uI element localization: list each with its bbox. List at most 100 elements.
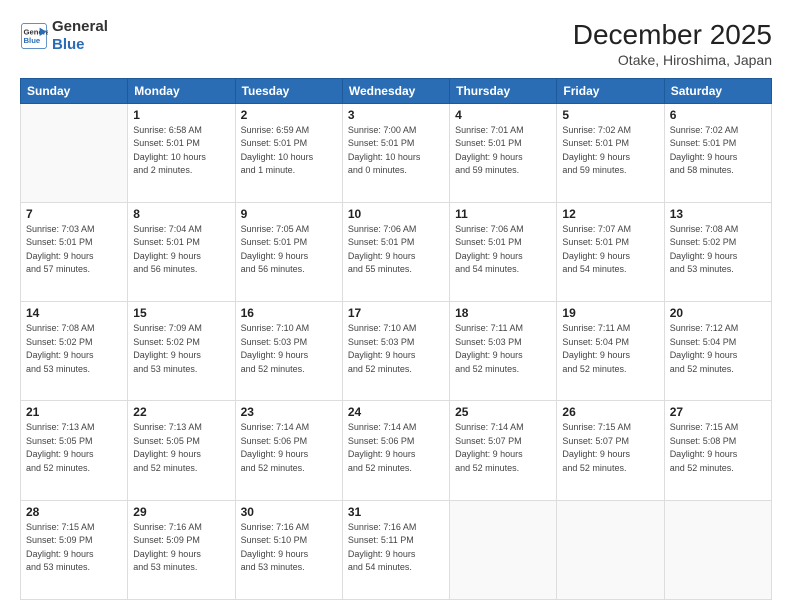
day-info: Sunrise: 7:10 AMSunset: 5:03 PMDaylight:…	[348, 322, 444, 376]
title-block: December 2025 Otake, Hiroshima, Japan	[573, 18, 772, 68]
weekday-tuesday: Tuesday	[235, 78, 342, 103]
logo-text-blue: Blue	[52, 36, 108, 54]
day-number: 19	[562, 306, 658, 320]
day-info: Sunrise: 7:15 AMSunset: 5:08 PMDaylight:…	[670, 421, 766, 475]
svg-text:Blue: Blue	[24, 36, 41, 45]
day-number: 6	[670, 108, 766, 122]
table-cell: 8 Sunrise: 7:04 AMSunset: 5:01 PMDaylight…	[128, 202, 235, 301]
table-cell	[664, 500, 771, 599]
day-number: 5	[562, 108, 658, 122]
day-info: Sunrise: 7:08 AMSunset: 5:02 PMDaylight:…	[670, 223, 766, 277]
day-info: Sunrise: 6:59 AMSunset: 5:01 PMDaylight:…	[241, 124, 337, 178]
page-subtitle: Otake, Hiroshima, Japan	[573, 52, 772, 68]
day-info: Sunrise: 7:07 AMSunset: 5:01 PMDaylight:…	[562, 223, 658, 277]
table-cell	[450, 500, 557, 599]
table-cell: 11Sunrise: 7:06 AMSunset: 5:01 PMDayligh…	[450, 202, 557, 301]
table-cell: 29 Sunrise: 7:16 AMSunset: 5:09 PMDayligh…	[128, 500, 235, 599]
weekday-saturday: Saturday	[664, 78, 771, 103]
logo-text-general: General	[52, 18, 108, 36]
day-info: Sunrise: 6:58 AMSunset: 5:01 PMDaylight:…	[133, 124, 229, 178]
table-cell: 30 Sunrise: 7:16 AMSunset: 5:10 PMDayligh…	[235, 500, 342, 599]
table-cell: 23 Sunrise: 7:14 AMSunset: 5:06 PMDayligh…	[235, 401, 342, 500]
day-info: Sunrise: 7:09 AMSunset: 5:02 PMDaylight:…	[133, 322, 229, 376]
day-number: 8	[133, 207, 229, 221]
table-cell: 12 Sunrise: 7:07 AMSunset: 5:01 PMDayligh…	[557, 202, 664, 301]
day-number: 23	[241, 405, 337, 419]
day-number: 12	[562, 207, 658, 221]
day-number: 18	[455, 306, 551, 320]
week-row-3: 21Sunrise: 7:13 AMSunset: 5:05 PMDayligh…	[21, 401, 772, 500]
week-row-1: 7 Sunrise: 7:03 AMSunset: 5:01 PMDaylight…	[21, 202, 772, 301]
table-cell: 17 Sunrise: 7:10 AMSunset: 5:03 PMDayligh…	[342, 302, 449, 401]
weekday-friday: Friday	[557, 78, 664, 103]
day-info: Sunrise: 7:08 AMSunset: 5:02 PMDaylight:…	[26, 322, 122, 376]
week-row-0: 1Sunrise: 6:58 AMSunset: 5:01 PMDaylight…	[21, 103, 772, 202]
day-info: Sunrise: 7:03 AMSunset: 5:01 PMDaylight:…	[26, 223, 122, 277]
table-cell: 22Sunrise: 7:13 AMSunset: 5:05 PMDayligh…	[128, 401, 235, 500]
table-cell: 18 Sunrise: 7:11 AMSunset: 5:03 PMDayligh…	[450, 302, 557, 401]
table-cell: 24 Sunrise: 7:14 AMSunset: 5:06 PMDayligh…	[342, 401, 449, 500]
logo-icon: General Blue	[20, 22, 48, 50]
table-cell: 5 Sunrise: 7:02 AMSunset: 5:01 PMDaylight…	[557, 103, 664, 202]
calendar-table: Sunday Monday Tuesday Wednesday Thursday…	[20, 78, 772, 600]
table-cell: 6 Sunrise: 7:02 AMSunset: 5:01 PMDaylight…	[664, 103, 771, 202]
day-info: Sunrise: 7:14 AMSunset: 5:06 PMDaylight:…	[241, 421, 337, 475]
day-number: 17	[348, 306, 444, 320]
table-cell: 19 Sunrise: 7:11 AMSunset: 5:04 PMDayligh…	[557, 302, 664, 401]
table-cell: 25Sunrise: 7:14 AMSunset: 5:07 PMDayligh…	[450, 401, 557, 500]
day-number: 7	[26, 207, 122, 221]
day-info: Sunrise: 7:06 AMSunset: 5:01 PMDaylight:…	[348, 223, 444, 277]
day-info: Sunrise: 7:15 AMSunset: 5:07 PMDaylight:…	[562, 421, 658, 475]
weekday-monday: Monday	[128, 78, 235, 103]
day-info: Sunrise: 7:00 AMSunset: 5:01 PMDaylight:…	[348, 124, 444, 178]
day-info: Sunrise: 7:14 AMSunset: 5:07 PMDaylight:…	[455, 421, 551, 475]
day-info: Sunrise: 7:13 AMSunset: 5:05 PMDaylight:…	[26, 421, 122, 475]
page: General Blue General Blue December 2025 …	[0, 0, 792, 612]
day-info: Sunrise: 7:14 AMSunset: 5:06 PMDaylight:…	[348, 421, 444, 475]
day-number: 13	[670, 207, 766, 221]
day-info: Sunrise: 7:11 AMSunset: 5:04 PMDaylight:…	[562, 322, 658, 376]
day-info: Sunrise: 7:05 AMSunset: 5:01 PMDaylight:…	[241, 223, 337, 277]
day-info: Sunrise: 7:15 AMSunset: 5:09 PMDaylight:…	[26, 521, 122, 575]
day-number: 2	[241, 108, 337, 122]
day-number: 28	[26, 505, 122, 519]
table-cell	[21, 103, 128, 202]
table-cell: 13 Sunrise: 7:08 AMSunset: 5:02 PMDayligh…	[664, 202, 771, 301]
table-cell: 10Sunrise: 7:06 AMSunset: 5:01 PMDayligh…	[342, 202, 449, 301]
day-number: 16	[241, 306, 337, 320]
table-cell: 2 Sunrise: 6:59 AMSunset: 5:01 PMDaylight…	[235, 103, 342, 202]
day-info: Sunrise: 7:02 AMSunset: 5:01 PMDaylight:…	[670, 124, 766, 178]
day-info: Sunrise: 7:11 AMSunset: 5:03 PMDaylight:…	[455, 322, 551, 376]
day-info: Sunrise: 7:16 AMSunset: 5:09 PMDaylight:…	[133, 521, 229, 575]
table-cell: 14 Sunrise: 7:08 AMSunset: 5:02 PMDayligh…	[21, 302, 128, 401]
weekday-sunday: Sunday	[21, 78, 128, 103]
table-cell: 15 Sunrise: 7:09 AMSunset: 5:02 PMDayligh…	[128, 302, 235, 401]
day-number: 15	[133, 306, 229, 320]
day-number: 27	[670, 405, 766, 419]
table-cell: 1Sunrise: 6:58 AMSunset: 5:01 PMDaylight…	[128, 103, 235, 202]
table-cell: 16 Sunrise: 7:10 AMSunset: 5:03 PMDayligh…	[235, 302, 342, 401]
table-cell: 9 Sunrise: 7:05 AMSunset: 5:01 PMDaylight…	[235, 202, 342, 301]
day-info: Sunrise: 7:10 AMSunset: 5:03 PMDaylight:…	[241, 322, 337, 376]
day-number: 31	[348, 505, 444, 519]
day-number: 3	[348, 108, 444, 122]
table-cell: 7 Sunrise: 7:03 AMSunset: 5:01 PMDaylight…	[21, 202, 128, 301]
day-info: Sunrise: 7:02 AMSunset: 5:01 PMDaylight:…	[562, 124, 658, 178]
weekday-header-row: Sunday Monday Tuesday Wednesday Thursday…	[21, 78, 772, 103]
day-number: 20	[670, 306, 766, 320]
header: General Blue General Blue December 2025 …	[20, 18, 772, 68]
day-info: Sunrise: 7:16 AMSunset: 5:10 PMDaylight:…	[241, 521, 337, 575]
day-number: 9	[241, 207, 337, 221]
day-number: 14	[26, 306, 122, 320]
day-number: 24	[348, 405, 444, 419]
day-info: Sunrise: 7:01 AMSunset: 5:01 PMDaylight:…	[455, 124, 551, 178]
day-info: Sunrise: 7:04 AMSunset: 5:01 PMDaylight:…	[133, 223, 229, 277]
table-cell: 4Sunrise: 7:01 AMSunset: 5:01 PMDaylight…	[450, 103, 557, 202]
day-info: Sunrise: 7:06 AMSunset: 5:01 PMDaylight:…	[455, 223, 551, 277]
table-cell: 31Sunrise: 7:16 AMSunset: 5:11 PMDayligh…	[342, 500, 449, 599]
week-row-4: 28 Sunrise: 7:15 AMSunset: 5:09 PMDayligh…	[21, 500, 772, 599]
day-number: 30	[241, 505, 337, 519]
day-number: 22	[133, 405, 229, 419]
day-number: 29	[133, 505, 229, 519]
page-title: December 2025	[573, 18, 772, 52]
